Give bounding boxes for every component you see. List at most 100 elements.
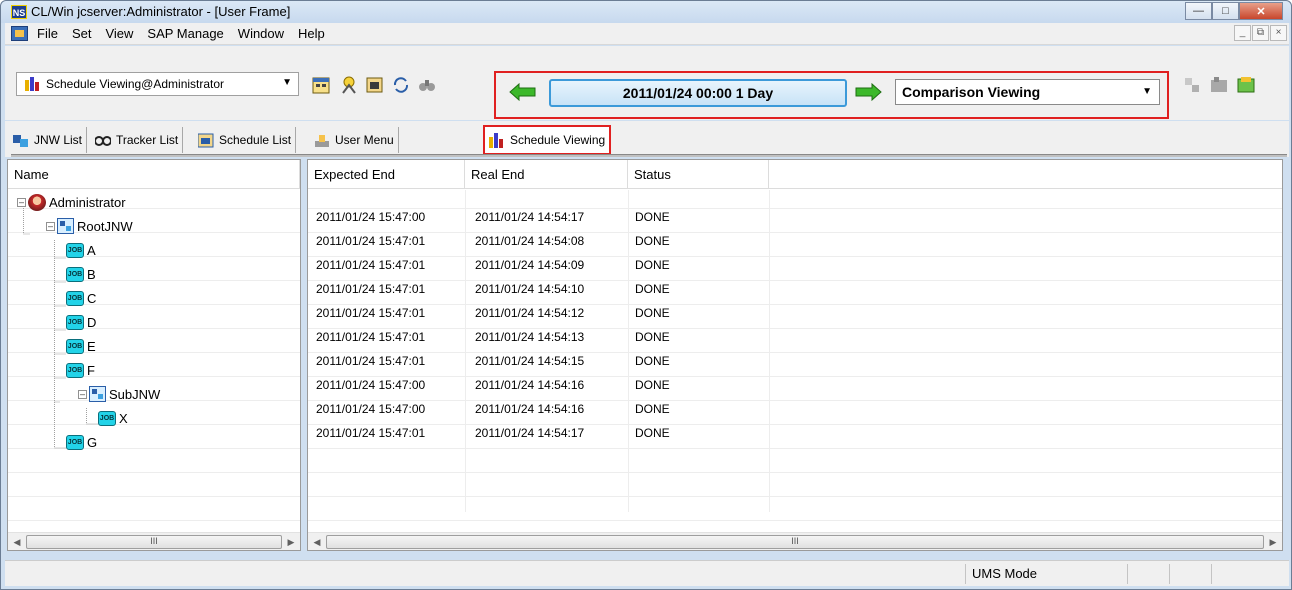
job-icon: JOB — [98, 410, 116, 426]
jnw-icon — [57, 218, 74, 234]
collapse-toggle[interactable]: – — [17, 197, 26, 207]
scroll-right-icon[interactable]: ▶ — [1266, 535, 1280, 549]
table-horizontal-scrollbar[interactable]: ◀ III ▶ — [308, 532, 1282, 550]
scrollbar-thumb[interactable]: III — [26, 535, 282, 549]
toolbar: Schedule Viewing@Administrator ▼ 2011/01… — [5, 46, 1289, 120]
maximize-icon: □ — [1222, 5, 1229, 17]
tree-node-job-f[interactable]: JOB F — [66, 361, 95, 379]
column-divider — [465, 190, 466, 512]
child-minimize-button[interactable]: _ — [1234, 25, 1251, 41]
tree-node-job-a[interactable]: JOB A — [66, 241, 96, 259]
maximize-button[interactable]: □ — [1212, 2, 1239, 20]
cell-expected-end: 2011/01/24 15:47:01 — [316, 330, 426, 344]
menu-help[interactable]: Help — [298, 26, 325, 41]
row-separator — [308, 448, 1282, 449]
scroll-left-icon[interactable]: ◀ — [10, 535, 24, 549]
minimize-button[interactable]: — — [1185, 2, 1212, 20]
column-header-expected-end[interactable]: Expected End — [308, 160, 465, 189]
document-menu-icon[interactable] — [11, 26, 28, 41]
cell-status: DONE — [635, 354, 670, 368]
menu-file[interactable]: File — [37, 26, 58, 41]
status-segment — [1169, 564, 1209, 584]
tree-node-subjnw[interactable]: – SubJNW — [78, 385, 160, 403]
scroll-right-icon[interactable]: ▶ — [284, 535, 298, 549]
row-separator — [308, 352, 1282, 353]
refresh-icon[interactable] — [392, 76, 410, 94]
cell-status: DONE — [635, 282, 670, 296]
tree-node-job-g[interactable]: JOB G — [66, 433, 97, 451]
tab-user-menu[interactable]: User Menu — [310, 127, 399, 153]
disabled-jnw-icon[interactable] — [1183, 76, 1201, 94]
tree-node-label: RootJNW — [77, 218, 133, 234]
column-header-real-end[interactable]: Real End — [465, 160, 628, 189]
cell-expected-end: 2011/01/24 15:47:01 — [316, 282, 426, 296]
tree-node-rootjnw[interactable]: – RootJNW — [46, 217, 133, 235]
tab-jnw-list[interactable]: JNW List — [9, 127, 87, 153]
status-segment — [1211, 564, 1271, 584]
column-divider — [628, 190, 629, 512]
cell-expected-end: 2011/01/24 15:47:01 — [316, 354, 426, 368]
row-separator — [308, 472, 1282, 473]
job-icon: JOB — [66, 434, 84, 450]
tree-node-job-d[interactable]: JOB D — [66, 313, 96, 331]
tree-node-label: G — [87, 434, 98, 450]
menu-sap-manage[interactable]: SAP Manage — [147, 26, 223, 41]
cell-status: DONE — [635, 258, 670, 272]
view-selector-dropdown[interactable]: Schedule Viewing@Administrator ▼ — [16, 72, 299, 96]
comparison-view-label: Comparison Viewing — [902, 84, 1041, 100]
tree-node-job-x[interactable]: JOB X — [98, 409, 128, 427]
user-menu-icon — [315, 134, 329, 147]
chevron-down-icon: ▼ — [1142, 86, 1152, 97]
scroll-left-icon[interactable]: ◀ — [310, 535, 324, 549]
row-separator — [308, 328, 1282, 329]
child-close-button[interactable]: × — [1270, 25, 1287, 41]
comparison-view-dropdown[interactable]: Comparison Viewing ▼ — [895, 79, 1160, 105]
job-icon: JOB — [66, 242, 84, 258]
column-header-status[interactable]: Status — [628, 160, 769, 189]
tracker-list-icon — [95, 135, 111, 146]
schedule-table-pane[interactable]: Expected End Real End Status 2011/01/24 … — [307, 159, 1283, 551]
wizard-icon[interactable] — [340, 76, 358, 94]
schedule-viewing-icon — [489, 132, 503, 148]
tree-horizontal-scrollbar[interactable]: ◀ III ▶ — [8, 532, 300, 550]
previous-arrow-icon[interactable] — [509, 83, 537, 101]
tree-node-job-c[interactable]: JOB C — [66, 289, 96, 307]
job-icon[interactable] — [1237, 76, 1255, 94]
tab-tracker-list[interactable]: Tracker List — [91, 127, 184, 153]
schedule-edit-icon[interactable] — [366, 76, 384, 94]
next-arrow-icon[interactable] — [854, 83, 882, 101]
row-separator — [308, 280, 1282, 281]
menu-window[interactable]: Window — [238, 26, 284, 41]
tab-schedule-viewing[interactable]: Schedule Viewing — [483, 125, 612, 155]
cell-real-end: 2011/01/24 14:54:09 — [475, 258, 585, 272]
tree-node-job-b[interactable]: JOB B — [66, 265, 96, 283]
menu-set[interactable]: Set — [72, 26, 92, 41]
scrollbar-thumb[interactable]: III — [326, 535, 1264, 549]
calendar-icon[interactable] — [312, 76, 330, 94]
window-controls: — □ ✕ — [1185, 2, 1283, 20]
job-icon: JOB — [66, 290, 84, 306]
collapse-toggle[interactable]: – — [46, 221, 55, 231]
tree-node-job-e[interactable]: JOB E — [66, 337, 96, 355]
date-range-button[interactable]: 2011/01/24 00:00 1 Day — [549, 79, 847, 107]
tab-label: JNW List — [34, 133, 82, 147]
child-restore-button[interactable]: ⧉ — [1252, 25, 1269, 41]
status-segment — [1127, 564, 1167, 584]
close-button[interactable]: ✕ — [1239, 2, 1283, 20]
binoculars-icon[interactable] — [418, 76, 436, 94]
cell-real-end: 2011/01/24 14:54:16 — [475, 378, 585, 392]
menu-view[interactable]: View — [105, 26, 133, 41]
chevron-down-icon: ▼ — [282, 77, 292, 88]
tab-schedule-list[interactable]: Schedule List — [194, 127, 297, 153]
collapse-toggle[interactable]: – — [78, 389, 87, 399]
tree-node-label: B — [87, 266, 96, 282]
tree-node-administrator[interactable]: – Administrator — [17, 193, 126, 211]
cell-real-end: 2011/01/24 14:54:16 — [475, 402, 585, 416]
tree-pane[interactable]: Name – Administrator – RootJNW JOB A JOB… — [7, 159, 301, 551]
app-logo-icon: NS — [11, 5, 27, 19]
cell-expected-end: 2011/01/24 15:47:01 — [316, 426, 426, 440]
row-separator — [308, 304, 1282, 305]
cell-real-end: 2011/01/24 14:54:08 — [475, 234, 585, 248]
status-mode: UMS Mode — [965, 564, 1125, 584]
disabled-tracker-icon[interactable] — [1210, 76, 1228, 94]
